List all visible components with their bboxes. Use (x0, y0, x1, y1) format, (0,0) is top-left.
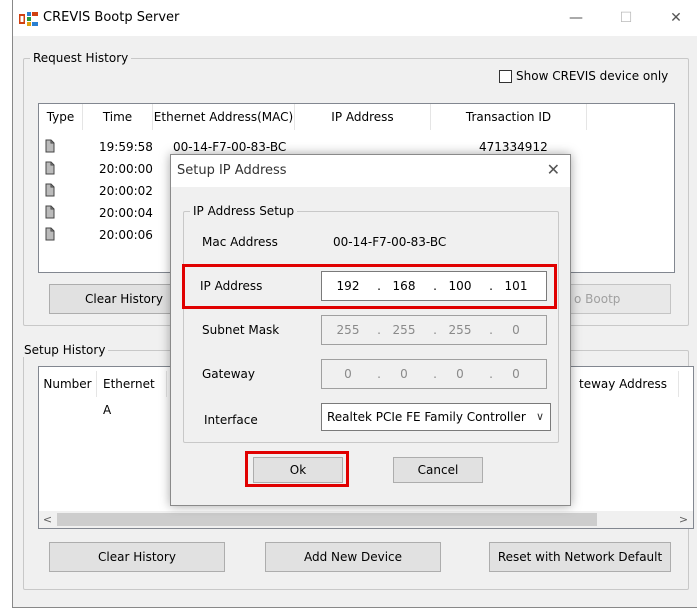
document-icon (45, 139, 55, 153)
setup-history-legend: Setup History (14, 343, 109, 357)
ip-setup-legend: IP Address Setup (190, 204, 298, 218)
interface-label: Interface (204, 413, 258, 427)
col-ip[interactable]: IP Address (295, 104, 431, 130)
interface-select[interactable]: Realtek PCIe FE Family Controller ∨ (321, 403, 551, 431)
row-time: 20:00:06 (99, 228, 153, 242)
subnet-dot: . (377, 323, 381, 337)
gateway-octet-4: 0 (512, 367, 520, 381)
col-number[interactable]: Number (39, 371, 97, 397)
window-title: CREVIS Bootp Server (43, 10, 180, 25)
dialog-close-icon[interactable]: ✕ (547, 160, 560, 179)
subnet-dot: . (433, 323, 437, 337)
cancel-button[interactable]: Cancel (393, 457, 483, 483)
chevron-down-icon[interactable]: ∨ (536, 404, 544, 430)
subnet-octet-1: 255 (336, 323, 360, 337)
checkbox-box[interactable] (499, 69, 512, 83)
show-crevis-only-label: Show CREVIS device only (516, 69, 669, 83)
gateway-field[interactable]: 0 . 0 . 0 . 0 (321, 359, 547, 389)
dialog-title-bar: Setup IP Address ✕ (171, 155, 570, 187)
row-time: 19:59:58 (99, 140, 153, 154)
subnet-octet-2: 255 (392, 323, 416, 337)
row-time: 20:00:00 (99, 162, 153, 176)
row-time: 20:00:02 (99, 184, 153, 198)
request-list-header: Type Time Ethernet Address(MAC) IP Addre… (39, 104, 674, 130)
request-history-legend: Request History (30, 51, 132, 65)
scroll-left-icon[interactable]: < (39, 511, 56, 528)
add-new-device-button[interactable]: Add New Device (265, 542, 441, 572)
mac-address-label: Mac Address (202, 235, 278, 249)
horizontal-scrollbar[interactable]: < > (39, 511, 693, 528)
app-icon (19, 12, 38, 26)
gateway-dot: . (377, 367, 381, 381)
show-crevis-only-checkbox[interactable]: Show CREVIS device only (499, 69, 668, 83)
document-icon (45, 183, 55, 197)
gateway-octet-1: 0 (344, 367, 352, 381)
subnet-mask-label: Subnet Mask (202, 323, 280, 337)
subnet-octet-4: 0 (512, 323, 520, 337)
col-ethernet[interactable]: Ethernet A (97, 371, 167, 417)
subnet-octet-3: 255 (448, 323, 472, 337)
minimize-button[interactable]: — (561, 6, 591, 30)
close-button[interactable]: ✕ (661, 6, 691, 30)
dialog-title: Setup IP Address (177, 163, 287, 178)
document-icon (45, 161, 55, 175)
gateway-dot: . (489, 367, 493, 381)
mac-address-value: 00-14-F7-00-83-BC (333, 235, 447, 249)
col-gateway[interactable]: teway Address (579, 371, 679, 397)
document-icon (45, 227, 55, 241)
title-bar: CREVIS Bootp Server — ☐ ✕ (13, 0, 697, 36)
col-time[interactable]: Time (83, 104, 153, 130)
gateway-dot: . (433, 367, 437, 381)
reset-network-default-button[interactable]: Reset with Network Default (489, 542, 671, 572)
gateway-label: Gateway (202, 367, 256, 381)
scroll-right-icon[interactable]: > (675, 511, 692, 528)
subnet-mask-field[interactable]: 255 . 255 . 255 . 0 (321, 315, 547, 345)
maximize-button[interactable]: ☐ (611, 6, 641, 30)
subnet-dot: . (489, 323, 493, 337)
row-time: 20:00:04 (99, 206, 153, 220)
scroll-thumb[interactable] (57, 513, 597, 526)
col-type[interactable]: Type (39, 104, 83, 130)
setup-ip-dialog: Setup IP Address ✕ IP Address Setup Mac … (170, 154, 571, 506)
document-icon (45, 205, 55, 219)
interface-value: Realtek PCIe FE Family Controller (327, 410, 526, 424)
setup-clear-history-button[interactable]: Clear History (49, 542, 225, 572)
ip-address-highlight (182, 264, 557, 309)
gateway-octet-3: 0 (456, 367, 464, 381)
col-mac[interactable]: Ethernet Address(MAC) (153, 104, 295, 130)
col-transaction[interactable]: Transaction ID (431, 104, 587, 130)
gateway-octet-2: 0 (400, 367, 408, 381)
ok-button-highlight (245, 451, 349, 487)
